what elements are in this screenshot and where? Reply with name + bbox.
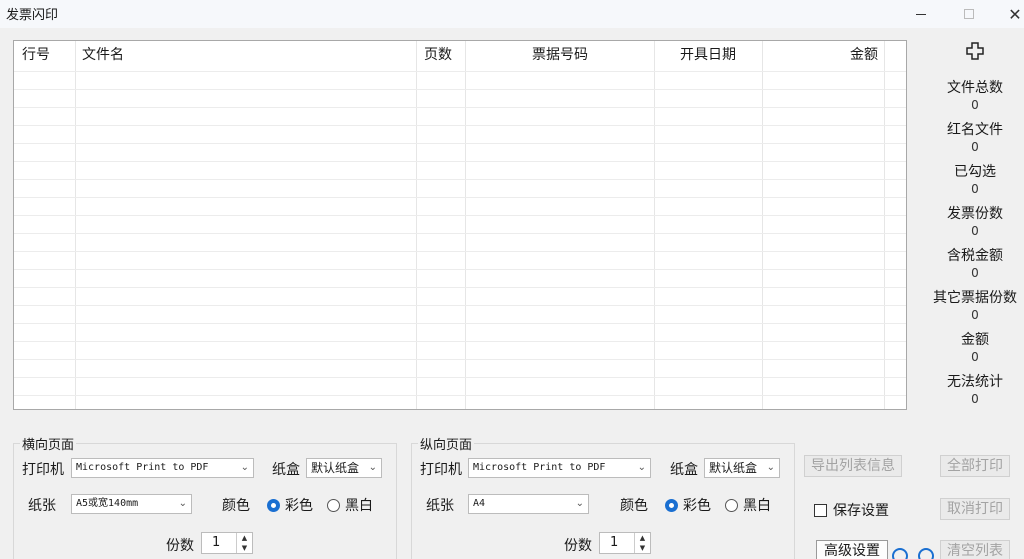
portrait-bw-radio[interactable]: 黑白 — [725, 495, 771, 515]
stat-uncountable: 无法统计 0 — [947, 374, 1003, 406]
portrait-paper-select[interactable]: A4 ⌄ — [468, 494, 589, 514]
landscape-printer-label: 打印机 — [22, 462, 64, 478]
radio-selected-icon — [267, 498, 280, 512]
landscape-paper-select[interactable]: A5或宽140mm ⌄ — [71, 494, 192, 514]
maximize-button[interactable] — [946, 0, 992, 28]
landscape-color-radio[interactable]: 彩色 — [267, 495, 313, 515]
clear-list-button[interactable]: 清空列表 — [940, 540, 1010, 559]
landscape-tray-select[interactable]: 默认纸盒 ⌄ — [306, 458, 382, 478]
portrait-color-label: 颜色 — [620, 498, 648, 514]
grid-header: 行号 文件名 页数 票据号码 开具日期 金额 — [14, 41, 906, 71]
portrait-copies-stepper[interactable]: 1 ▲ ▼ — [599, 532, 651, 554]
chevron-down-icon: ⌄ — [766, 462, 775, 473]
column-header-pages[interactable]: 页数 — [418, 41, 466, 71]
column-header-filename[interactable]: 文件名 — [76, 41, 416, 71]
cancel-print-button[interactable]: 取消打印 — [940, 498, 1010, 520]
stat-red-files: 红名文件 0 — [947, 122, 1003, 154]
portrait-copies-label: 份数 — [564, 538, 592, 554]
title-bar: 发票闪印 ✕ — [0, 0, 1024, 28]
column-header-row-number[interactable]: 行号 — [16, 41, 76, 71]
stat-amount: 金额 0 — [961, 332, 989, 364]
plus-icon[interactable] — [966, 42, 984, 60]
chevron-down-icon: ⌄ — [368, 462, 377, 473]
landscape-bw-radio[interactable]: 黑白 — [327, 495, 373, 515]
portrait-color-radio[interactable]: 彩色 — [665, 495, 711, 515]
stat-total-files: 文件总数 0 — [947, 80, 1003, 112]
file-list-grid[interactable]: 行号 文件名 页数 票据号码 开具日期 金额 — [13, 40, 907, 410]
column-header-amount[interactable]: 金额 — [762, 41, 884, 71]
landscape-paper-label: 纸张 — [28, 498, 56, 514]
chevron-down-icon: ⌄ — [240, 462, 249, 473]
minimize-icon — [916, 13, 926, 15]
maximize-icon — [964, 9, 974, 19]
radio-selected-icon — [665, 498, 678, 512]
stat-checked: 已勾选 0 — [954, 164, 996, 196]
advanced-settings-button[interactable]: 高级设置 — [816, 540, 888, 559]
print-all-button[interactable]: 全部打印 — [940, 455, 1010, 477]
info-icon[interactable] — [918, 548, 934, 559]
close-icon: ✕ — [1008, 4, 1022, 24]
portrait-printer-label: 打印机 — [420, 462, 462, 478]
portrait-paper-label: 纸张 — [426, 498, 454, 514]
landscape-group-title: 横向页面 — [20, 434, 77, 453]
chevron-down-icon: ⌄ — [575, 498, 584, 509]
stat-tax-amount: 含税金额 0 — [947, 248, 1003, 280]
landscape-copies-stepper[interactable]: 1 ▲ ▼ — [201, 532, 253, 554]
stat-invoice-count: 发票份数 0 — [947, 206, 1003, 238]
chevron-down-icon: ⌄ — [178, 498, 187, 509]
checkbox-icon — [814, 503, 827, 517]
help-icon[interactable] — [892, 548, 908, 559]
close-button[interactable]: ✕ — [992, 0, 1024, 28]
stat-other-receipts: 其它票据份数 0 — [933, 290, 1017, 322]
stepper-arrows-icon[interactable]: ▲ ▼ — [236, 533, 252, 553]
portrait-printer-select[interactable]: Microsoft Print to PDF ⌄ — [468, 458, 651, 478]
landscape-color-label: 颜色 — [222, 498, 250, 514]
landscape-tray-label: 纸盒 — [272, 462, 300, 478]
stepper-arrows-icon[interactable]: ▲ ▼ — [634, 533, 650, 553]
radio-unselected-icon — [725, 498, 738, 512]
portrait-group-title: 纵向页面 — [418, 434, 475, 453]
portrait-tray-label: 纸盒 — [670, 462, 698, 478]
minimize-button[interactable] — [898, 0, 944, 28]
landscape-copies-label: 份数 — [166, 538, 194, 554]
column-header-invoice-number[interactable]: 票据号码 — [466, 41, 654, 71]
chevron-down-icon: ⌄ — [637, 462, 646, 473]
radio-unselected-icon — [327, 498, 340, 512]
export-list-button[interactable]: 导出列表信息 — [804, 455, 902, 477]
window-title: 发票闪印 — [6, 8, 59, 23]
portrait-tray-select[interactable]: 默认纸盒 ⌄ — [704, 458, 780, 478]
landscape-printer-select[interactable]: Microsoft Print to PDF ⌄ — [71, 458, 254, 478]
save-settings-checkbox[interactable]: 保存设置 — [814, 500, 889, 520]
column-header-issue-date[interactable]: 开具日期 — [654, 41, 762, 71]
